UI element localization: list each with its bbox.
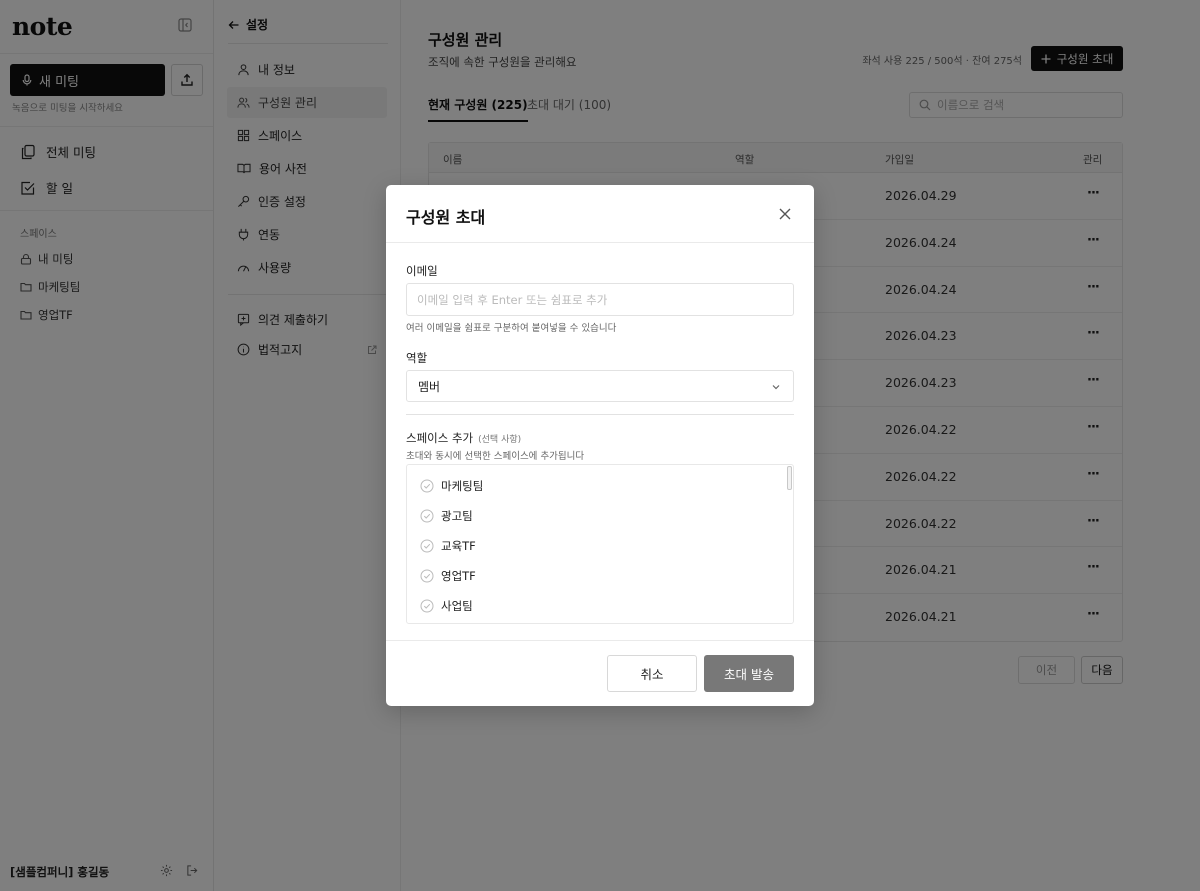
email-field-label: 이메일	[406, 264, 438, 278]
cancel-button[interactable]: 취소	[607, 655, 697, 692]
check-circle-icon	[420, 479, 434, 493]
email-hint: 여러 이메일을 쉼표로 구분하여 붙여넣을 수 있습니다	[406, 323, 617, 334]
space-option-label: 영업TF	[441, 569, 476, 583]
send-invite-button[interactable]: 초대 발송	[704, 655, 794, 692]
dialog-divider	[386, 242, 814, 243]
space-option-education-tf[interactable]: 교육TF	[420, 538, 476, 554]
space-option-label: 마케팅팀	[441, 479, 484, 493]
dialog-footer-divider	[386, 640, 814, 641]
space-option-label: 사업팀	[441, 599, 473, 613]
role-value: 멤버	[418, 379, 441, 394]
space-field-title: 스페이스 추가	[406, 431, 474, 445]
space-option-ads[interactable]: 광고팀	[420, 508, 473, 524]
close-icon[interactable]	[778, 207, 792, 221]
space-option-list: 마케팅팀 광고팀 교육TF 영업TF 사업팀	[406, 464, 794, 624]
space-option-business[interactable]: 사업팀	[420, 598, 473, 614]
check-circle-icon	[420, 599, 434, 613]
space-field-label: 스페이스 추가 (선택 사항)	[406, 430, 521, 446]
invite-member-dialog: 구성원 초대 이메일 여러 이메일을 쉼표로 구분하여 붙여넣을 수 있습니다 …	[386, 185, 814, 706]
check-circle-icon	[420, 569, 434, 583]
chevron-down-icon	[771, 382, 781, 392]
check-circle-icon	[420, 509, 434, 523]
check-circle-icon	[420, 539, 434, 553]
space-option-label: 교육TF	[441, 539, 476, 553]
role-select[interactable]: 멤버	[406, 370, 794, 402]
section-divider	[406, 414, 794, 415]
list-scrollbar[interactable]	[787, 466, 792, 490]
role-field-label: 역할	[406, 351, 428, 365]
dialog-title: 구성원 초대	[406, 208, 486, 227]
email-field[interactable]	[406, 283, 794, 316]
space-hint: 초대와 동시에 선택한 스페이스에 추가됩니다	[406, 451, 585, 462]
optional-tag: (선택 사항)	[478, 435, 522, 445]
space-option-marketing[interactable]: 마케팅팀	[420, 478, 483, 494]
space-option-sales-tf[interactable]: 영업TF	[420, 568, 476, 584]
space-option-label: 광고팀	[441, 509, 473, 523]
